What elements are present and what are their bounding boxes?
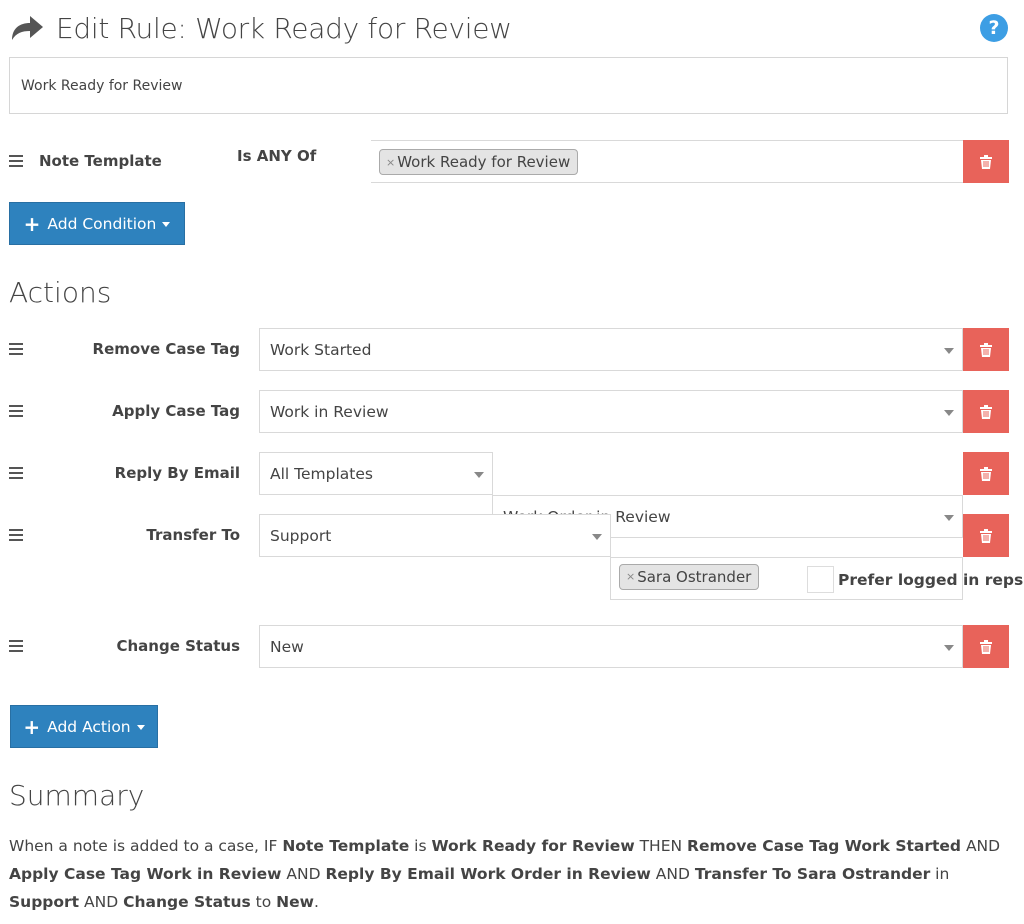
select-value: Work in Review: [270, 402, 389, 421]
trash-icon: [980, 154, 992, 169]
dropdown-arrow-icon: [592, 533, 602, 540]
plus-icon: +: [23, 714, 41, 739]
summary-term: Transfer To Sara Ostrander: [694, 865, 931, 883]
trash-icon: [980, 466, 992, 481]
chip-label: Sara Ostrander: [637, 567, 752, 586]
action-label: Transfer To: [146, 526, 240, 544]
summary-connector: .: [313, 893, 319, 911]
action-label: Apply Case Tag: [112, 402, 240, 420]
team-select[interactable]: Support: [259, 514, 611, 557]
summary-term: Apply Case Tag Work in Review: [9, 865, 282, 883]
dropdown-arrow-icon: [944, 409, 954, 416]
select-value: Support: [270, 526, 332, 545]
action-row-reply-by-email: Reply By Email All Templates Work Order …: [0, 452, 1024, 538]
summary-connector: AND: [281, 865, 326, 883]
summary-connector: THEN: [634, 837, 688, 855]
action-select[interactable]: Work in Review: [259, 390, 963, 433]
caret-down-icon: [136, 725, 145, 730]
drag-handle-icon[interactable]: [9, 155, 23, 167]
trash-icon: [980, 404, 992, 419]
rep-chip: × Sara Ostrander: [619, 563, 760, 590]
status-select[interactable]: New: [259, 625, 963, 668]
action-row-transfer-to: Transfer To Support × Sara Ostrander Pre…: [0, 514, 1024, 600]
add-action-button[interactable]: + Add Action: [10, 705, 158, 748]
prefer-logged-in-checkbox[interactable]: [807, 566, 834, 593]
trash-icon: [980, 342, 992, 357]
add-condition-button[interactable]: + Add Condition: [9, 202, 185, 245]
dropdown-arrow-icon: [944, 644, 954, 651]
summary-connector: to: [250, 893, 277, 911]
summary-term: Support: [9, 893, 80, 911]
delete-action-button[interactable]: [963, 625, 1009, 668]
condition-operator[interactable]: Is ANY Of: [237, 147, 316, 165]
action-row-remove-case-tag: Remove Case Tag Work Started: [0, 328, 1024, 371]
trash-icon: [980, 639, 992, 654]
select-value: New: [270, 637, 304, 656]
delete-action-button[interactable]: [963, 514, 1009, 557]
delete-action-button[interactable]: [963, 328, 1009, 371]
page-header: Edit Rule: Work Ready for Review: [10, 8, 512, 48]
dropdown-arrow-icon: [474, 471, 484, 478]
select-value: All Templates: [270, 464, 373, 483]
action-label: Remove Case Tag: [92, 340, 240, 358]
action-label: Change Status: [116, 637, 241, 655]
template-category-select[interactable]: All Templates: [259, 452, 493, 495]
summary-term: Remove Case Tag Work Started: [687, 837, 962, 855]
actions-heading: Actions: [9, 276, 112, 309]
prefer-logged-in-label: Prefer logged in reps: [838, 571, 1024, 589]
delete-condition-button[interactable]: [963, 140, 1009, 183]
value-chip: × Work Ready for Review: [379, 149, 579, 175]
chip-remove-icon[interactable]: ×: [626, 570, 635, 583]
summary-term: Change Status: [123, 893, 251, 911]
action-select[interactable]: Work Started: [259, 328, 963, 371]
action-row-apply-case-tag: Apply Case Tag Work in Review: [0, 390, 1024, 433]
summary-term: New: [276, 893, 314, 911]
chip-remove-icon[interactable]: ×: [386, 156, 395, 169]
summary-text: When a note is added to a case, IF Note …: [9, 832, 1014, 916]
dropdown-arrow-icon: [944, 347, 954, 354]
summary-connector: AND: [79, 893, 124, 911]
summary-heading: Summary: [9, 779, 145, 812]
page-title: Edit Rule: Work Ready for Review: [56, 11, 512, 45]
condition-row: Note Template Is ANY Of × Work Ready for…: [0, 140, 1024, 183]
summary-connector: is: [409, 837, 432, 855]
add-action-label: Add Action: [47, 717, 131, 736]
summary-term: Reply By Email Work Order in Review: [325, 865, 651, 883]
delete-action-button[interactable]: [963, 452, 1009, 495]
add-condition-label: Add Condition: [47, 214, 157, 233]
delete-action-button[interactable]: [963, 390, 1009, 433]
rule-name-input[interactable]: [9, 57, 1008, 114]
summary-term: Note Template: [282, 837, 410, 855]
condition-field-label: Note Template: [39, 152, 162, 170]
summary-connector: in: [930, 865, 950, 883]
action-row-change-status: Change Status New: [0, 625, 1024, 668]
summary-connector: AND: [961, 837, 1001, 855]
summary-connector: When a note is added to a case, IF: [9, 837, 283, 855]
select-value: Work Started: [270, 340, 372, 359]
summary-connector: AND: [650, 865, 695, 883]
condition-values-input[interactable]: × Work Ready for Review: [371, 140, 963, 183]
plus-icon: +: [23, 211, 41, 236]
trash-icon: [980, 528, 992, 543]
summary-term: Work Ready for Review: [431, 837, 635, 855]
help-icon[interactable]: ?: [980, 14, 1008, 42]
share-arrow-icon: [12, 16, 43, 40]
chip-label: Work Ready for Review: [397, 153, 571, 171]
action-label: Reply By Email: [114, 464, 240, 482]
caret-down-icon: [162, 222, 171, 227]
